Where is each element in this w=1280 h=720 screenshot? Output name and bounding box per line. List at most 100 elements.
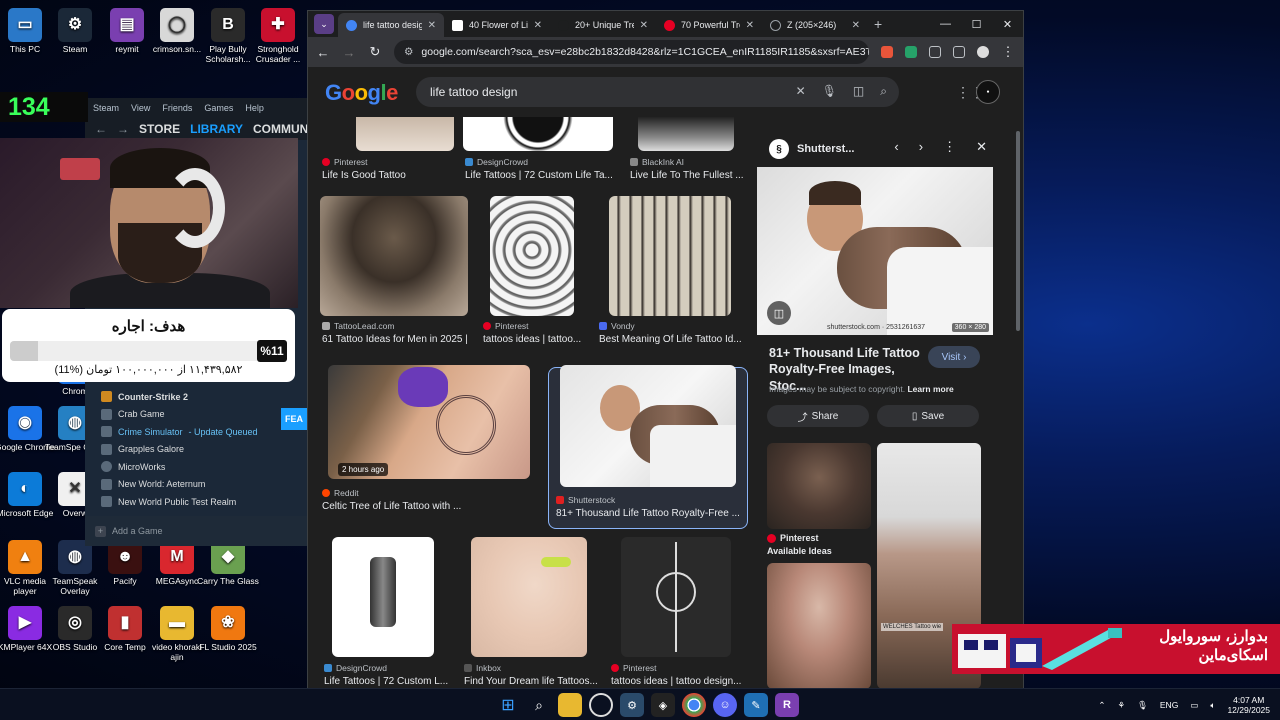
steam-icon[interactable]: ⚙ <box>620 693 644 717</box>
tab-image-z[interactable]: Z (205×246) ✕ <box>762 13 868 37</box>
next-icon[interactable]: › <box>919 139 923 155</box>
url-bar[interactable]: ⚙ google.com/search?sca_esv=e28bc2b1832d… <box>394 40 869 64</box>
desktop-icon[interactable]: ❀ FL Studio 2025 <box>196 606 260 653</box>
panel-preview-image[interactable]: ◫ shutterstock.com · 2531261637 360 × 28… <box>757 167 993 335</box>
tab-flower-of-life[interactable]: 40 Flower of Life ✕ <box>444 13 550 37</box>
extension-icon[interactable] <box>881 46 893 58</box>
network-icon[interactable]: ⚘ <box>1117 700 1125 711</box>
tab-life-tattoo-design[interactable]: life tattoo design ✕ <box>338 13 444 37</box>
image-result[interactable]: Pinterest Life Is Good Tattoo <box>322 117 462 187</box>
steam-menu-friends[interactable]: Friends <box>162 103 192 113</box>
google-logo[interactable]: Google <box>325 80 398 106</box>
tab-unique-tree[interactable]: 20+ Unique Tree ✕ <box>550 13 656 37</box>
image-result[interactable]: DesignCrowd Life Tattoos | 72 Custom Lif… <box>463 117 613 187</box>
image-result[interactable]: Vondy Best Meaning Of Life Tattoo Id... <box>597 196 747 348</box>
file-explorer-icon[interactable] <box>558 693 582 717</box>
close-window-icon[interactable]: ✕ <box>992 11 1023 37</box>
steam-game-row[interactable]: MicroWorks <box>85 458 307 476</box>
steam-game-row[interactable]: Crab Game <box>85 406 307 424</box>
vscode-icon[interactable]: ✎ <box>744 693 768 717</box>
site-info-icon[interactable]: ⚙ <box>404 46 413 58</box>
steam-nav-store[interactable]: STORE <box>139 122 180 136</box>
discord-icon[interactable]: ☺ <box>713 693 737 717</box>
result-source: Vondy <box>599 321 635 331</box>
profile-avatar[interactable] <box>977 46 989 58</box>
back-arrow-icon[interactable]: ← <box>95 122 107 136</box>
microphone-icon[interactable]: 🎙︎ <box>1137 700 1148 711</box>
forward-icon[interactable]: → <box>342 45 356 60</box>
close-icon[interactable]: ✕ <box>534 20 542 31</box>
image-result-selected[interactable]: Shutterstock 81+ Thousand Life Tattoo Ro… <box>554 365 744 523</box>
share-button[interactable]: ⤴ Share <box>767 405 869 427</box>
steam-nav-community[interactable]: COMMUN <box>253 122 308 136</box>
more-icon[interactable]: ⋮ <box>943 139 956 155</box>
visit-button[interactable]: Visit › <box>928 346 980 368</box>
learn-more-link[interactable]: Learn more <box>907 384 953 394</box>
account-avatar[interactable]: ● <box>976 80 1000 104</box>
language-indicator[interactable]: ENG <box>1160 700 1178 710</box>
volume-icon[interactable]: 🔈︎ <box>1210 700 1215 711</box>
media-icon[interactable] <box>953 46 965 58</box>
steam-game-row[interactable]: New World Public Test Realm <box>85 493 307 511</box>
related-image[interactable] <box>767 443 871 529</box>
prev-icon[interactable]: ‹ <box>894 139 898 155</box>
image-result[interactable]: DesignCrowd Life Tattoos | 72 Custom L..… <box>322 537 452 687</box>
add-game-button[interactable]: + Add a Game <box>85 516 307 546</box>
steam-game-row[interactable]: Counter-Strike 2 <box>85 388 307 406</box>
tab-search-icon[interactable]: ⌄ <box>314 14 334 34</box>
steam-game-row[interactable]: New World: Aeternum <box>85 476 307 494</box>
image-result[interactable]: 2 hours ago Reddit Celtic Tree of Life T… <box>322 365 532 523</box>
forward-arrow-icon[interactable]: → <box>117 122 129 136</box>
lens-icon[interactable]: ◫ <box>853 84 864 99</box>
site-favicon-icon <box>558 19 569 31</box>
image-result[interactable]: TattooLead.com 61 Tattoo Ideas for Men i… <box>320 196 480 348</box>
display-icon[interactable]: ▭ <box>1190 700 1198 711</box>
clock[interactable]: 4:07 AM 12/29/2025 <box>1227 695 1270 715</box>
steam-game-row[interactable]: Grapples Galore <box>85 441 307 459</box>
steam-menu-steam[interactable]: Steam <box>93 103 119 113</box>
save-button[interactable]: ▯ Save <box>877 405 979 427</box>
clear-icon[interactable]: ✕ <box>796 84 806 99</box>
menu-dots-icon[interactable]: ⋮ <box>1001 44 1015 60</box>
close-icon[interactable]: ✕ <box>640 20 648 31</box>
panel-scrollbar[interactable] <box>1016 131 1020 331</box>
panel-source-name[interactable]: Shutterst... <box>797 143 854 155</box>
search-icon[interactable]: ⌕ <box>527 693 551 717</box>
image-result[interactable]: Pinterest tattoos ideas | tattoo design.… <box>611 537 751 687</box>
steam-menu-help[interactable]: Help <box>245 103 264 113</box>
rider-icon[interactable]: R <box>775 693 799 717</box>
close-icon[interactable]: ✕ <box>976 139 987 155</box>
obs-icon[interactable] <box>589 693 613 717</box>
desktop-icon[interactable]: ◆ Carry The Glass <box>196 540 260 587</box>
steam-menu-games[interactable]: Games <box>204 103 233 113</box>
minimize-icon[interactable]: — <box>930 11 961 37</box>
close-icon[interactable]: ✕ <box>852 20 860 31</box>
image-result[interactable]: BlackInk AI Live Life To The Fullest ... <box>628 117 748 187</box>
image-result[interactable]: Pinterest tattoos ideas | tattoo... <box>483 196 603 348</box>
chrome-icon[interactable] <box>682 693 706 717</box>
shield-icon[interactable] <box>905 46 917 58</box>
reload-icon[interactable]: ↻ <box>368 44 382 60</box>
back-icon[interactable]: ← <box>316 45 330 60</box>
steam-menu-view[interactable]: View <box>131 103 150 113</box>
microphone-icon[interactable]: 🎙︎ <box>822 84 837 99</box>
image-result[interactable]: Inkbox Find Your Dream life Tattoos... <box>462 537 602 687</box>
window-controls: — ☐ ✕ <box>930 11 1023 37</box>
steam-nav-library[interactable]: LIBRARY <box>190 122 243 136</box>
search-input[interactable]: life tattoo design ✕ 🎙︎ ◫ ⌕ <box>416 77 899 107</box>
windows-start-icon[interactable]: ⊞ <box>496 693 520 717</box>
related-image[interactable] <box>767 563 871 689</box>
result-source: DesignCrowd <box>465 157 528 167</box>
maximize-icon[interactable]: ☐ <box>961 11 992 37</box>
desktop-icon[interactable]: ✚ Stronghold Crusader ... <box>246 8 310 65</box>
tab-powerful-tree[interactable]: 70 Powerful Tree ✕ <box>656 13 762 37</box>
new-tab-icon[interactable]: + <box>874 16 882 32</box>
steam-game-row[interactable]: Crime Simulator - Update Queued <box>85 423 307 441</box>
puzzle-icon[interactable] <box>929 46 941 58</box>
tray-chevron-icon[interactable]: ⌃ <box>1098 700 1105 711</box>
close-icon[interactable]: ✕ <box>746 20 754 31</box>
lens-search-icon[interactable]: ◫ <box>767 301 791 325</box>
dotnet-icon[interactable]: ◈ <box>651 693 675 717</box>
close-icon[interactable]: ✕ <box>428 20 436 31</box>
search-icon[interactable]: ⌕ <box>880 84 887 99</box>
